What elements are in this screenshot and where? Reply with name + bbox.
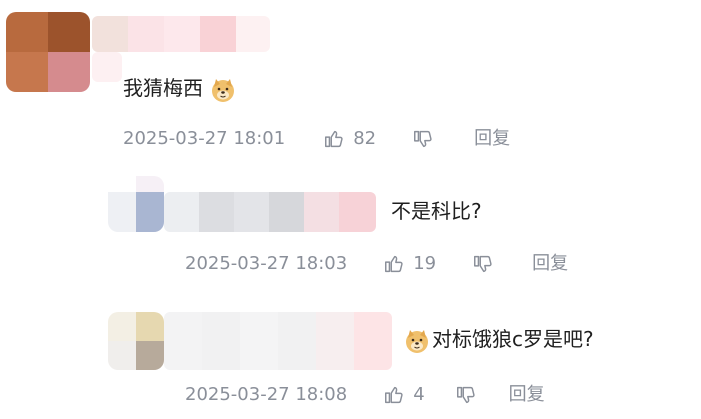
thumbs-up-icon — [325, 130, 343, 148]
username-redacted-fade — [92, 52, 122, 82]
timestamp: 2025-03-27 18:01 — [123, 128, 286, 149]
avatar-redacted[interactable] — [108, 176, 164, 232]
comment-text-content: 对标饿狼c罗是吧? — [432, 327, 594, 351]
like-count: 4 — [413, 384, 425, 405]
comment-meta: 2025-03-27 18:03 19 回复 — [185, 253, 568, 275]
comment-text: 我猜梅西 — [123, 76, 236, 103]
timestamp: 2025-03-27 18:03 — [185, 253, 348, 274]
username-redacted[interactable] — [164, 312, 392, 370]
like-button[interactable]: 19 — [383, 253, 436, 275]
comment-text-content: 我猜梅西 — [123, 76, 203, 100]
doge-emoji-icon — [212, 78, 235, 102]
reply-button[interactable]: 回复 — [509, 384, 545, 406]
comment-text-content: 不是科比? — [391, 199, 482, 223]
username-redacted[interactable] — [164, 192, 376, 232]
comment-text: 对标饿狼c罗是吧? — [404, 327, 594, 354]
timestamp: 2025-03-27 18:08 — [185, 384, 348, 405]
comment-meta: 2025-03-27 18:08 4 回复 — [185, 384, 545, 406]
thumbs-down-icon — [474, 255, 492, 273]
like-button[interactable]: 4 — [383, 384, 425, 406]
like-count: 19 — [413, 253, 437, 274]
doge-emoji-icon — [406, 329, 428, 353]
thumbs-up-icon — [385, 255, 403, 273]
thumbs-down-icon — [456, 386, 475, 404]
dislike-button[interactable] — [472, 253, 494, 275]
dislike-button[interactable] — [455, 384, 477, 406]
reply-button[interactable]: 回复 — [532, 253, 568, 275]
avatar-redacted[interactable] — [6, 12, 90, 92]
comment-meta: 2025-03-27 18:01 82 回复 — [123, 128, 510, 150]
thumbs-down-icon — [414, 130, 432, 148]
comment-text: 不是科比? — [391, 199, 482, 223]
thumbs-up-icon — [385, 386, 403, 404]
like-button[interactable]: 82 — [323, 128, 376, 150]
reply-button[interactable]: 回复 — [474, 128, 510, 150]
avatar-redacted[interactable] — [108, 312, 164, 370]
dislike-button[interactable] — [412, 128, 434, 150]
username-redacted[interactable] — [92, 16, 270, 52]
like-count: 82 — [353, 128, 377, 149]
